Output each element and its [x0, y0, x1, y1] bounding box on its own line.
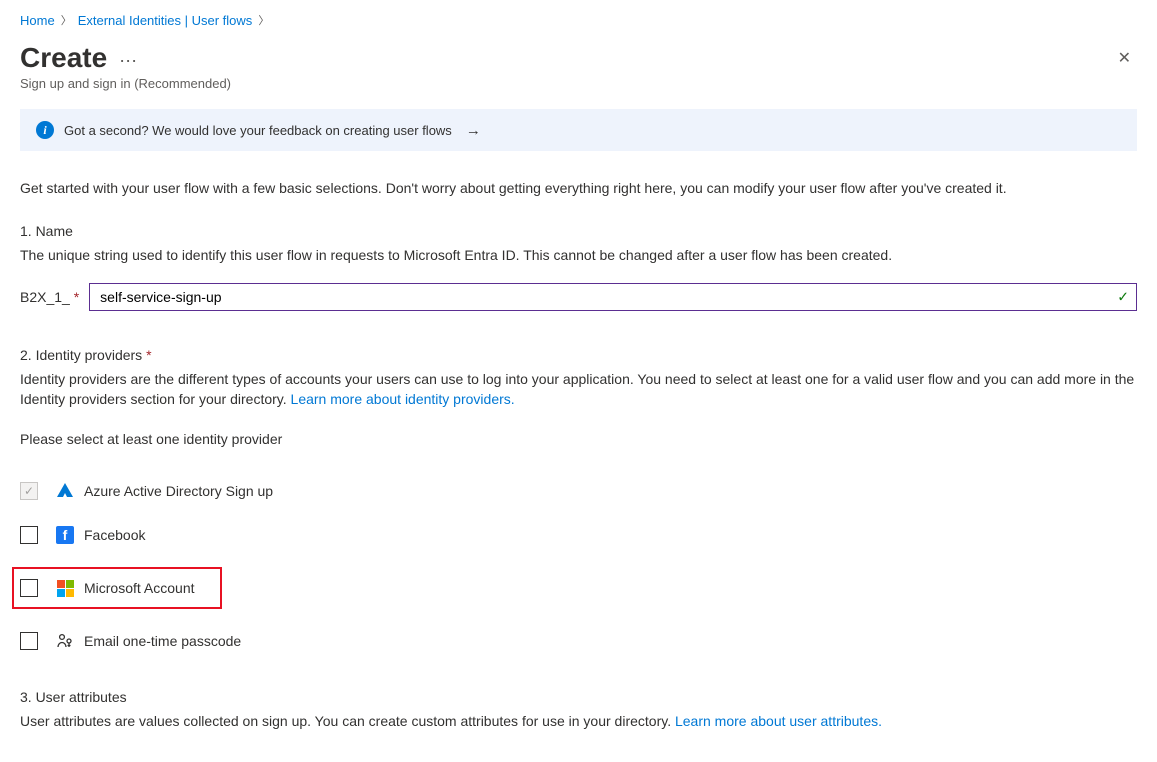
close-button[interactable]: ✕ [1112, 42, 1137, 74]
checkbox-otp[interactable] [20, 632, 38, 650]
learn-more-idp-link[interactable]: Learn more about identity providers. [291, 391, 515, 407]
breadcrumb: Home 〉 External Identities | User flows … [20, 12, 1137, 28]
info-icon: i [36, 121, 54, 139]
idp-label-msa: Microsoft Account [84, 580, 195, 596]
name-section-heading: 1. Name [20, 223, 1137, 239]
idp-section-description: Identity providers are the different typ… [20, 369, 1137, 410]
feedback-text: Got a second? We would love your feedbac… [64, 123, 452, 138]
attr-section-heading: 3. User attributes [20, 689, 1137, 705]
attr-section-description: User attributes are values collected on … [20, 711, 1137, 731]
idp-label-otp: Email one-time passcode [84, 633, 241, 649]
name-prefix: B2X_1_ * [20, 289, 79, 305]
identity-provider-list: ✓ Azure Active Directory Sign up f Faceb… [20, 479, 1137, 653]
idp-item-microsoft-account: Microsoft Account [12, 567, 222, 609]
idp-help-text: Please select at least one identity prov… [20, 431, 1137, 447]
facebook-icon: f [56, 526, 74, 544]
arrow-right-icon: → [466, 122, 481, 139]
idp-label-aad: Azure Active Directory Sign up [84, 483, 273, 499]
checkmark-icon: ✓ [24, 484, 34, 498]
breadcrumb-external-identities[interactable]: External Identities | User flows [78, 13, 253, 28]
feedback-banner[interactable]: i Got a second? We would love your feedb… [20, 109, 1137, 151]
name-section-description: The unique string used to identify this … [20, 245, 1137, 265]
microsoft-icon [56, 579, 74, 597]
chevron-icon: 〉 [258, 12, 269, 28]
chevron-icon: 〉 [61, 12, 72, 28]
idp-item-facebook: f Facebook [20, 523, 1137, 547]
intro-text: Get started with your user flow with a f… [20, 179, 1137, 199]
checkbox-aad: ✓ [20, 482, 38, 500]
name-input[interactable] [89, 283, 1137, 311]
idp-item-aad: ✓ Azure Active Directory Sign up [20, 479, 1137, 503]
idp-item-email-otp: Email one-time passcode [20, 629, 1137, 653]
idp-section-heading: 2. Identity providers * [20, 347, 1137, 363]
learn-more-attributes-link[interactable]: Learn more about user attributes. [675, 713, 882, 729]
more-actions-button[interactable]: ⋯ [119, 51, 138, 72]
breadcrumb-home[interactable]: Home [20, 13, 55, 28]
person-passcode-icon [56, 632, 74, 650]
check-icon: ✓ [1117, 288, 1129, 305]
checkbox-facebook[interactable] [20, 526, 38, 544]
checkbox-msa[interactable] [20, 579, 38, 597]
page-title: Create [20, 42, 107, 74]
page-subtitle: Sign up and sign in (Recommended) [20, 76, 231, 91]
idp-label-facebook: Facebook [84, 527, 145, 543]
azure-ad-icon [56, 482, 74, 500]
